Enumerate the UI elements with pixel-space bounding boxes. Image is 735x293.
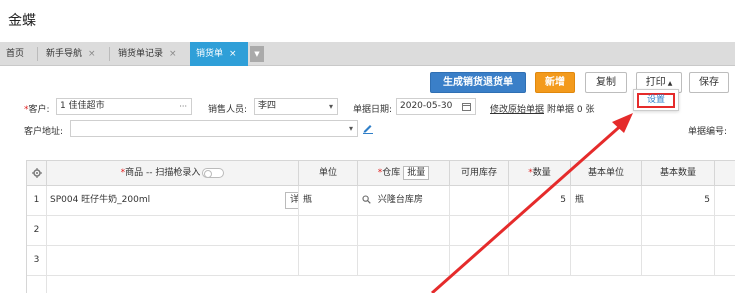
col-available: 可用库存 bbox=[450, 161, 509, 186]
close-icon[interactable]: × bbox=[169, 49, 177, 59]
quantity-cell[interactable] bbox=[509, 216, 571, 246]
more-icon[interactable]: ··· bbox=[179, 99, 187, 114]
batch-button[interactable]: 批量 bbox=[403, 165, 430, 180]
generate-return-button[interactable]: 生成销货退货单 bbox=[430, 72, 526, 93]
base-unit-cell bbox=[571, 246, 642, 276]
col-extra bbox=[715, 161, 735, 186]
tab-label: 首页 bbox=[6, 49, 25, 59]
warehouse-cell[interactable] bbox=[358, 246, 450, 276]
tab-guide[interactable]: 新手导航 × bbox=[40, 42, 108, 66]
attachment-info: 附单据 0 张 bbox=[547, 105, 595, 115]
col-product: *商品 -- 扫描枪录入 bbox=[47, 161, 299, 186]
col-unit: 单位 bbox=[299, 161, 358, 186]
col-base-quantity: 基本数量 bbox=[642, 161, 715, 186]
calendar-icon[interactable] bbox=[462, 99, 471, 114]
row-number: 3 bbox=[27, 246, 47, 276]
product-cell[interactable]: SP004 旺仔牛奶_200ml 详情 bbox=[47, 186, 299, 216]
salesperson-label: 销售人员: bbox=[208, 105, 248, 115]
customer-label: *客户: bbox=[24, 105, 50, 115]
tab-sales-records[interactable]: 销货单记录 × bbox=[112, 42, 190, 66]
grid-settings[interactable] bbox=[27, 161, 47, 186]
available-cell bbox=[450, 216, 509, 246]
available-cell bbox=[450, 186, 509, 216]
row-number: 1 bbox=[27, 186, 47, 216]
row-number-partial bbox=[27, 276, 47, 293]
close-icon[interactable]: × bbox=[229, 49, 237, 59]
extra-cell bbox=[715, 216, 735, 246]
search-icon[interactable] bbox=[362, 195, 371, 205]
base-unit-cell bbox=[571, 216, 642, 246]
customer-field[interactable]: 1 佳佳超市 ··· bbox=[56, 98, 192, 115]
modify-source-link[interactable]: 修改原始单据 bbox=[490, 102, 544, 115]
col-quantity: *数量 bbox=[509, 161, 571, 186]
unit-cell[interactable] bbox=[299, 216, 358, 246]
base-quantity-cell bbox=[642, 246, 715, 276]
scan-toggle[interactable] bbox=[202, 167, 225, 178]
tab-home[interactable]: 首页 bbox=[0, 42, 36, 66]
chevron-down-icon: ▾ bbox=[328, 102, 333, 111]
col-warehouse: *仓库 批量 bbox=[358, 161, 450, 186]
warehouse-cell[interactable] bbox=[358, 216, 450, 246]
tab-label: 销货单记录 bbox=[118, 49, 164, 59]
extra-cell bbox=[715, 246, 735, 276]
date-field[interactable]: 2020-05-30 bbox=[396, 98, 476, 115]
tab-bar: 首页 新手导航 × 销货单记录 × 销货单 × ▼ bbox=[0, 42, 735, 66]
pencil-icon[interactable] bbox=[362, 122, 374, 134]
print-label: 打印 bbox=[645, 77, 666, 88]
warehouse-cell[interactable]: 兴隆台库房 bbox=[358, 186, 450, 216]
product-cell[interactable] bbox=[47, 216, 299, 246]
available-cell bbox=[450, 246, 509, 276]
product-cell[interactable] bbox=[47, 246, 299, 276]
tab-sales-order[interactable]: 销货单 × bbox=[190, 42, 248, 66]
quantity-cell[interactable] bbox=[509, 246, 571, 276]
unit-cell[interactable]: 瓶 bbox=[299, 186, 358, 216]
setting-menu-item[interactable]: 设置 bbox=[637, 93, 675, 108]
gear-icon[interactable] bbox=[31, 167, 42, 178]
new-button[interactable]: 新增 bbox=[535, 72, 575, 93]
detail-button[interactable]: 详情 bbox=[285, 192, 298, 209]
save-button[interactable]: 保存 bbox=[689, 72, 729, 93]
unit-cell[interactable] bbox=[299, 246, 358, 276]
close-icon[interactable]: × bbox=[88, 49, 96, 59]
date-label: 单据日期: bbox=[353, 105, 393, 115]
copy-button[interactable]: 复制 bbox=[585, 72, 627, 93]
tab-divider bbox=[37, 47, 38, 61]
app-title: 金蝶 bbox=[8, 13, 36, 29]
base-unit-cell: 瓶 bbox=[571, 186, 642, 216]
tab-label: 新手导航 bbox=[46, 49, 83, 59]
base-quantity-cell: 5 bbox=[642, 186, 715, 216]
print-dropdown: 设置 bbox=[633, 89, 679, 111]
tab-divider bbox=[109, 47, 110, 61]
caret-up-icon: ▲ bbox=[667, 80, 673, 87]
salesperson-select[interactable]: 李四 ▾ bbox=[254, 98, 338, 115]
address-field[interactable]: ▾ bbox=[70, 120, 358, 137]
row-number: 2 bbox=[27, 216, 47, 246]
tab-label: 销货单 bbox=[196, 49, 224, 59]
base-quantity-cell bbox=[642, 216, 715, 246]
chevron-down-icon[interactable]: ▾ bbox=[349, 121, 353, 136]
col-base-unit: 基本单位 bbox=[571, 161, 642, 186]
address-label: 客户地址: bbox=[24, 127, 64, 137]
extra-cell bbox=[715, 186, 735, 216]
tab-more-icon[interactable]: ▼ bbox=[250, 46, 264, 62]
line-items-grid: *商品 -- 扫描枪录入 单位 *仓库 批量 可用库存 *数量 基本单位 基本数量… bbox=[26, 160, 735, 293]
doc-number-label: 单据编号: bbox=[688, 127, 728, 137]
quantity-cell[interactable]: 5 bbox=[509, 186, 571, 216]
